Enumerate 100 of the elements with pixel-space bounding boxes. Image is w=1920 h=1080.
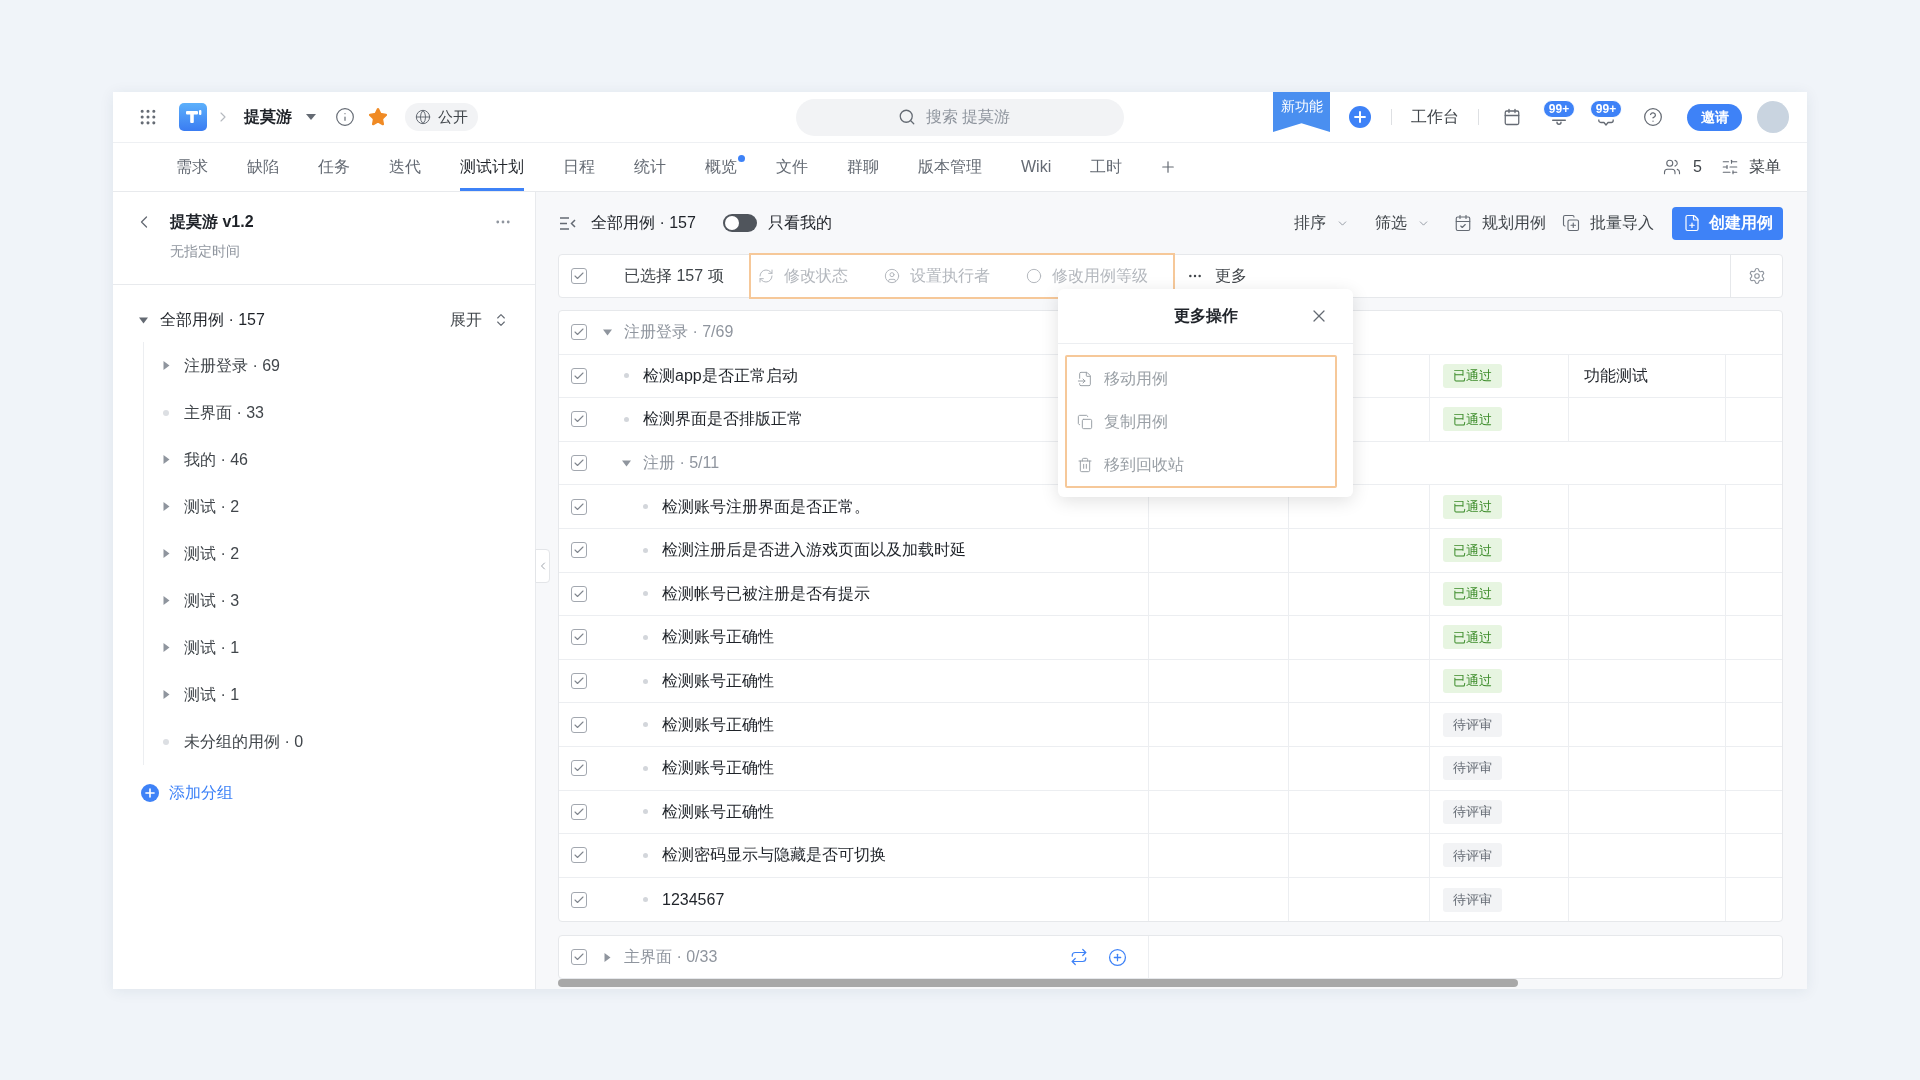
nav-tab[interactable]: 统计	[634, 143, 666, 191]
caret-icon[interactable]	[161, 690, 171, 699]
plus-circle-icon[interactable]	[1349, 106, 1371, 128]
info-icon[interactable]	[335, 107, 355, 127]
checkbox[interactable]	[571, 803, 587, 820]
status-tag: 待评审	[1443, 712, 1502, 737]
case-title[interactable]: 检测注册后是否进入游戏页面以及加载时延	[662, 538, 966, 563]
caret-icon[interactable]	[161, 361, 171, 370]
toggle-switch[interactable]	[722, 214, 757, 232]
menu-button[interactable]: 菜单	[1721, 155, 1781, 179]
nav-tab[interactable]: 群聊	[847, 143, 879, 191]
nav-tab[interactable]: 概览	[705, 143, 737, 191]
tree-item[interactable]: 测试 · 2	[184, 541, 240, 566]
settings-icon[interactable]	[1747, 267, 1766, 285]
nav-tab[interactable]: 需求	[176, 143, 208, 191]
search-icon	[898, 108, 916, 126]
case-title[interactable]: 检测账号注册界面是否正常。	[662, 494, 870, 519]
apps-grid-icon[interactable]	[138, 107, 158, 127]
caret-icon[interactable]	[161, 502, 171, 511]
caret-icon[interactable]	[139, 315, 148, 325]
tree-item[interactable]: 我的 · 46	[184, 447, 248, 472]
case-title[interactable]: 检测账号正确性	[662, 799, 774, 824]
plan-cases-button[interactable]: 规划用例	[1454, 211, 1546, 235]
bell-base-icon[interactable]	[1552, 119, 1566, 126]
status-tag: 已通过	[1443, 494, 1502, 519]
checkbox[interactable]	[571, 411, 587, 428]
tree-item[interactable]: 未分组的用例 · 0	[184, 729, 304, 754]
case-title[interactable]: 检测帐号已被注册是否有提示	[662, 581, 870, 606]
nav-tab[interactable]: 缺陷	[247, 143, 279, 191]
case-title[interactable]: 检测app是否正常启动	[643, 363, 798, 388]
plus-circle-icon[interactable]	[141, 784, 159, 802]
case-title[interactable]: 检测账号正确性	[662, 625, 774, 650]
case-title[interactable]: 1234567	[662, 887, 725, 912]
count-badge: 99+	[1589, 100, 1623, 118]
nav-tab[interactable]: Wiki	[1021, 143, 1052, 191]
calendar-icon[interactable]	[1503, 108, 1521, 126]
checkbox[interactable]	[571, 716, 587, 733]
more-button[interactable]: 更多	[1186, 264, 1247, 288]
app-logo[interactable]	[179, 103, 207, 131]
create-case-button[interactable]: 创建用例	[1672, 206, 1783, 240]
checkbox[interactable]	[571, 760, 587, 777]
checkbox[interactable]	[571, 455, 587, 472]
checkbox[interactable]	[571, 367, 587, 384]
caret-icon[interactable]	[602, 952, 612, 962]
nav-tab[interactable]: 工时	[1090, 143, 1123, 191]
chat-bubble-icon[interactable]	[1598, 119, 1614, 126]
tree-item[interactable]: 测试 · 3	[184, 588, 240, 613]
checkbox[interactable]	[571, 542, 587, 559]
help-icon[interactable]	[1643, 107, 1663, 127]
case-title[interactable]: 检测账号正确性	[662, 669, 774, 694]
case-title[interactable]: 检测账号正确性	[662, 712, 774, 737]
search-bar[interactable]: 搜索 提莫游	[796, 98, 1124, 136]
nav-tab[interactable]: 迭代	[389, 143, 421, 191]
caret-icon[interactable]	[161, 549, 171, 558]
sliders-icon	[1721, 158, 1739, 176]
tree-item[interactable]: 测试 · 1	[184, 635, 240, 660]
project-name[interactable]: 提莫游	[244, 105, 292, 129]
case-title[interactable]: 检测界面是否排版正常	[643, 407, 803, 432]
checkbox[interactable]	[571, 949, 587, 966]
tree-item[interactable]: 测试 · 2	[184, 494, 240, 519]
star-icon[interactable]	[368, 107, 388, 127]
tree-item[interactable]: 主界面 · 33	[184, 400, 264, 425]
caret-icon[interactable]	[621, 458, 631, 468]
invite-button[interactable]: 邀请	[1687, 103, 1742, 131]
nav-tab[interactable]: 任务	[318, 143, 350, 191]
add-group-button[interactable]: 添加分组	[141, 778, 233, 808]
checkbox[interactable]	[571, 847, 587, 864]
tree-item[interactable]: 注册登录 · 69	[184, 353, 280, 378]
case-title[interactable]: 检测密码显示与隐藏是否可切换	[662, 843, 886, 868]
caret-icon[interactable]	[161, 643, 171, 652]
collapse-handle[interactable]	[535, 549, 550, 583]
search-input[interactable]: 搜索 提莫游	[926, 105, 1022, 129]
expand-toggle[interactable]: 展开	[450, 308, 509, 332]
import-button[interactable]: 批量导入	[1562, 211, 1654, 235]
nav-tab[interactable]: 日程	[563, 143, 595, 191]
checkbox[interactable]	[571, 673, 587, 690]
checkbox[interactable]	[571, 498, 587, 515]
tree-item[interactable]: 测试 · 1	[184, 682, 240, 707]
caret-icon[interactable]	[602, 327, 612, 337]
caret-icon[interactable]	[161, 596, 171, 605]
checkbox[interactable]	[571, 585, 587, 602]
tree-root-item[interactable]: 全部用例 · 157	[160, 308, 265, 332]
sort-button[interactable]: 排序	[1294, 211, 1349, 235]
list-collapse-icon[interactable]	[560, 216, 576, 230]
checkbox[interactable]	[571, 629, 587, 646]
loop-arrows-icon[interactable]	[1070, 948, 1088, 967]
members-button[interactable]: 5	[1663, 155, 1702, 179]
workbench-link[interactable]: 工作台	[1411, 105, 1459, 129]
plus-circle-icon[interactable]	[1108, 947, 1127, 967]
filter-button[interactable]: 筛选	[1375, 211, 1430, 235]
checkbox[interactable]	[571, 268, 587, 284]
checkbox[interactable]	[571, 324, 587, 341]
scrollbar-thumb[interactable]	[558, 979, 1518, 988]
case-title[interactable]: 检测账号正确性	[662, 756, 774, 781]
caret-icon[interactable]	[161, 455, 171, 464]
dropdown-caret-icon[interactable]	[306, 114, 316, 120]
nav-tab[interactable]: 版本管理	[918, 143, 982, 191]
checkbox[interactable]	[571, 891, 587, 908]
nav-tab[interactable]: 文件	[776, 143, 808, 191]
visibility-pill[interactable]: 公开	[405, 103, 478, 131]
